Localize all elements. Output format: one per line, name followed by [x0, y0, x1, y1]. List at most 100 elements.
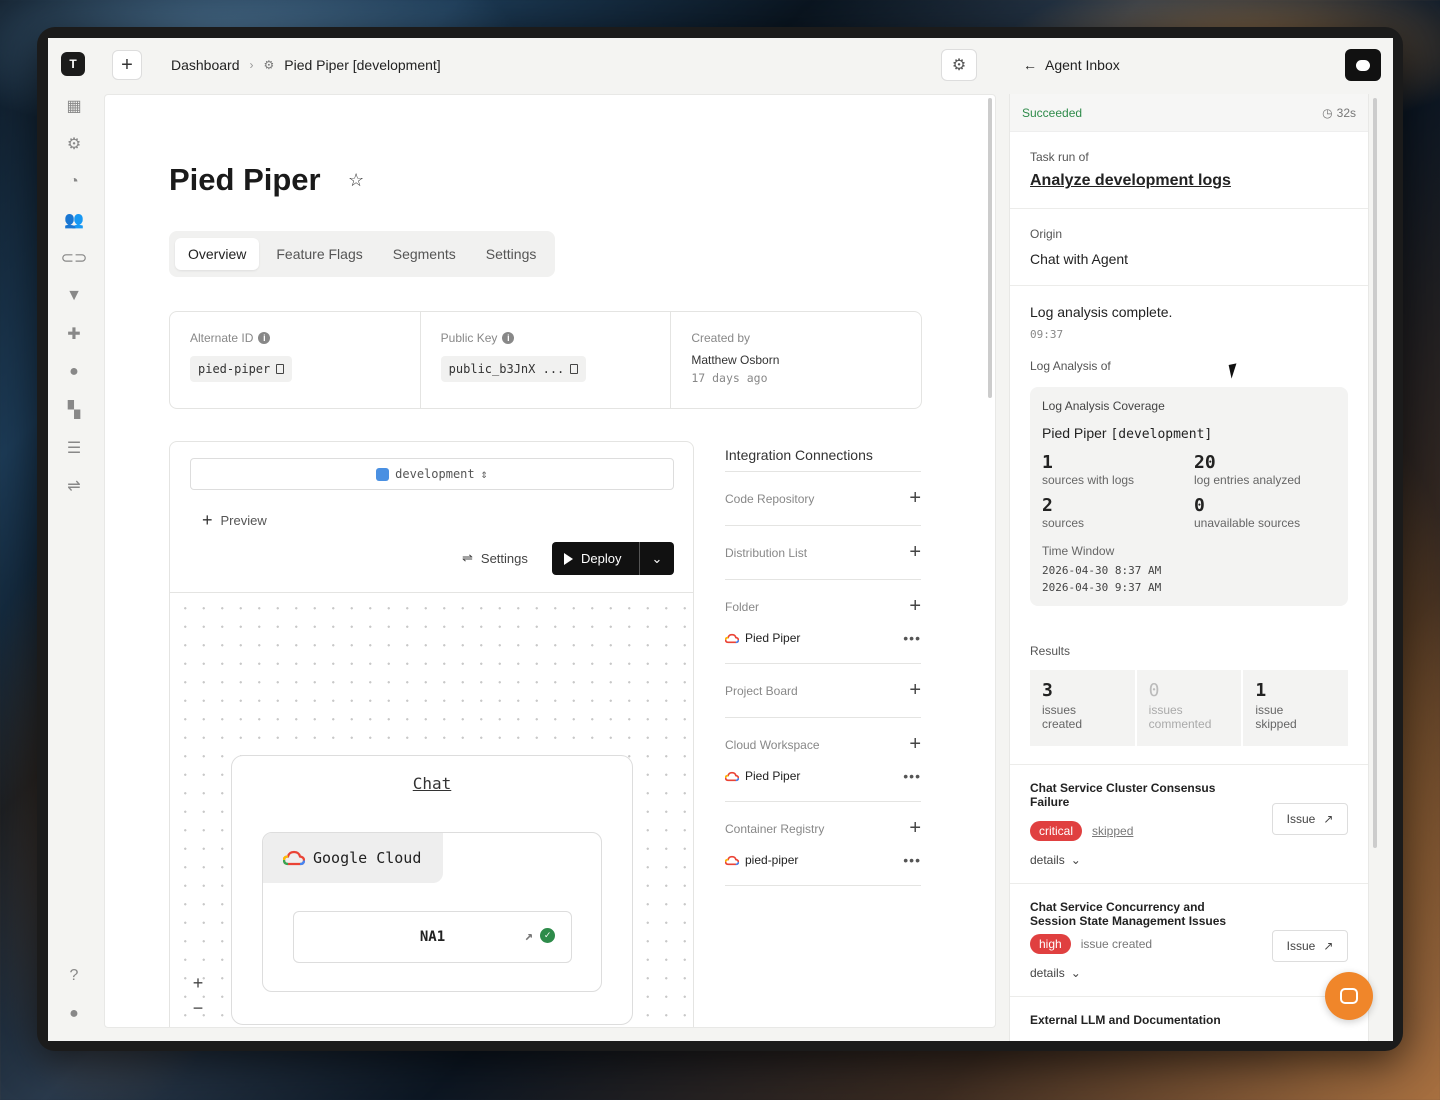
issue-status-link[interactable]: skipped — [1092, 824, 1133, 838]
workspace-logo[interactable]: T — [61, 52, 85, 76]
time-window-end: 2026-04-30 9:37 AM — [1042, 581, 1162, 594]
run-status-bar: Succeeded ◷ 32s — [1010, 94, 1368, 132]
zoom-out-button[interactable]: − — [184, 998, 212, 1019]
add-icon[interactable]: + — [909, 733, 921, 756]
canvas-grid[interactable]: Chat Google Cloud NA1 ↗ ✓ + − — [170, 592, 693, 1027]
external-link-icon[interactable]: ↗ — [525, 928, 533, 944]
settings-gear-button[interactable]: ⚙ — [941, 49, 977, 81]
chat-toggle-button[interactable] — [1345, 49, 1381, 81]
preview-label: Preview — [220, 513, 267, 528]
integration-item[interactable]: Pied Piper ••• — [725, 623, 921, 653]
inbox-scrollbar[interactable] — [1373, 98, 1377, 848]
support-chat-button[interactable] — [1325, 972, 1373, 1020]
main-panel: Pied Piper ☆ Overview Feature Flags Segm… — [104, 94, 996, 1028]
origin-value: Chat with Agent — [1030, 251, 1129, 267]
more-icon[interactable]: ••• — [903, 768, 921, 784]
created-ago: 17 days ago — [691, 371, 768, 385]
tab-segments[interactable]: Segments — [380, 238, 469, 270]
environment-select[interactable]: development ⇕ — [190, 458, 674, 490]
result-cell: 3 issues created — [1030, 670, 1135, 746]
service-node-title[interactable]: Chat — [232, 774, 632, 793]
created-by-label: Created by — [691, 331, 751, 345]
open-issue-button[interactable]: Issue ↗ — [1272, 803, 1348, 835]
dashboard-icon[interactable]: ▦ — [64, 96, 84, 116]
location-icon[interactable]: ● — [64, 362, 84, 382]
region-node[interactable]: NA1 ↗ ✓ — [293, 911, 572, 963]
breadcrumb-project[interactable]: Pied Piper [development] — [284, 57, 440, 73]
vercel-icon[interactable]: ▼ — [64, 286, 84, 306]
run-duration-value: 32s — [1336, 105, 1356, 120]
info-icon[interactable]: i — [258, 332, 271, 344]
new-button[interactable]: + — [112, 50, 142, 80]
gear-icon: ⚙ — [951, 57, 967, 74]
add-icon[interactable]: + — [909, 817, 921, 840]
more-icon[interactable]: ••• — [903, 630, 921, 646]
user-icon[interactable]: ● — [64, 1004, 84, 1024]
task-link[interactable]: Analyze development logs — [1030, 172, 1348, 190]
help-icon[interactable]: ? — [64, 966, 84, 986]
integration-item[interactable]: pied-piper ••• — [725, 845, 921, 875]
details-toggle[interactable]: details ⌄ — [1030, 966, 1348, 980]
agent-inbox-header: ← Agent Inbox — [1023, 57, 1120, 73]
add-icon[interactable]: + — [909, 541, 921, 564]
projects-icon: ⚙ — [263, 58, 275, 72]
issue-title: External LLM and Documentation — [1030, 1013, 1221, 1027]
add-icon[interactable]: + — [909, 487, 921, 510]
cloud-icon[interactable]: ✚ — [64, 324, 84, 344]
copy-icon[interactable] — [570, 364, 579, 374]
feeds-icon[interactable]: ◔ — [64, 172, 84, 192]
tab-feature-flags[interactable]: Feature Flags — [263, 238, 375, 270]
chat-bubble-icon — [1356, 59, 1370, 71]
add-icon[interactable]: + — [909, 595, 921, 618]
apps-icon[interactable]: ▚ — [64, 400, 84, 420]
integration-item-name: Pied Piper — [745, 769, 801, 783]
result-cell: 0 issues commented — [1136, 670, 1242, 746]
open-issue-button[interactable]: Issue ↗ — [1272, 930, 1348, 962]
add-icon[interactable]: + — [909, 679, 921, 702]
origin-label: Origin — [1030, 227, 1063, 241]
alternate-id-chip[interactable]: pied-piper — [190, 356, 293, 382]
integration-item[interactable]: Pied Piper ••• — [725, 761, 921, 791]
arrow-left-icon[interactable]: ← — [1023, 57, 1037, 73]
breadcrumb-dashboard[interactable]: Dashboard — [171, 57, 240, 73]
integration-distribution-list: Distribution List + — [725, 526, 921, 580]
more-icon[interactable]: ••• — [903, 852, 921, 868]
google-cloud-icon — [725, 771, 739, 781]
service-node-chat[interactable]: Chat Google Cloud NA1 ↗ ✓ — [231, 755, 633, 1025]
results-row: 3 issues created 0 issues commented 1 issue sk… — [1030, 670, 1349, 746]
stat-value: 2 — [1042, 495, 1053, 516]
tab-settings[interactable]: Settings — [473, 238, 550, 270]
details-toggle[interactable]: details ⌄ — [1030, 853, 1348, 867]
chevron-down-icon: ⌄ — [651, 550, 663, 566]
preview-button[interactable]: + Preview — [202, 510, 267, 531]
main-scrollbar[interactable] — [988, 98, 992, 398]
info-icon[interactable]: i — [502, 332, 515, 344]
link-icon[interactable]: ⊂⊃ — [61, 248, 88, 268]
analysis-section: Log analysis complete. 09:37 Log Analysi… — [1010, 286, 1368, 764]
stat-label: sources with logs — [1042, 473, 1135, 487]
tab-overview[interactable]: Overview — [175, 238, 260, 270]
agent-inbox-panel: Succeeded ◷ 32s Task run of Analyze devel… — [1009, 94, 1369, 1041]
chevron-updown-icon: ⇕ — [480, 467, 488, 481]
deploy-options-button[interactable]: ⌄ — [640, 551, 674, 567]
star-icon[interactable]: ☆ — [348, 170, 364, 191]
integration-code-repository: Code Repository + — [725, 472, 921, 526]
projects-icon[interactable]: ⚙ — [64, 134, 84, 154]
copy-icon[interactable] — [276, 364, 285, 374]
sliders-icon[interactable]: ⇌ — [64, 476, 84, 496]
integration-label: Cloud Workspace — [725, 737, 820, 752]
chevron-down-icon: ⌄ — [1070, 853, 1081, 867]
environment-color-icon — [376, 467, 390, 481]
integrations-title: Integration Connections — [725, 441, 921, 472]
team-icon[interactable]: 👥 — [64, 210, 84, 230]
canvas-settings-button[interactable]: ⇌ Settings — [462, 550, 528, 566]
deploy-button[interactable]: Deploy — [552, 542, 640, 575]
stat-label: log entries analyzed — [1194, 473, 1301, 487]
time-window-start: 2026-04-30 8:37 AM — [1042, 564, 1162, 577]
zoom-in-button[interactable]: + — [184, 973, 212, 994]
public-key-chip[interactable]: public_b3JnX ... — [440, 356, 587, 382]
check-icon: ✓ — [540, 928, 555, 943]
document-icon[interactable]: ☰ — [64, 438, 84, 458]
environment-value: development — [395, 467, 475, 481]
stat-label: unavailable sources — [1194, 516, 1301, 530]
